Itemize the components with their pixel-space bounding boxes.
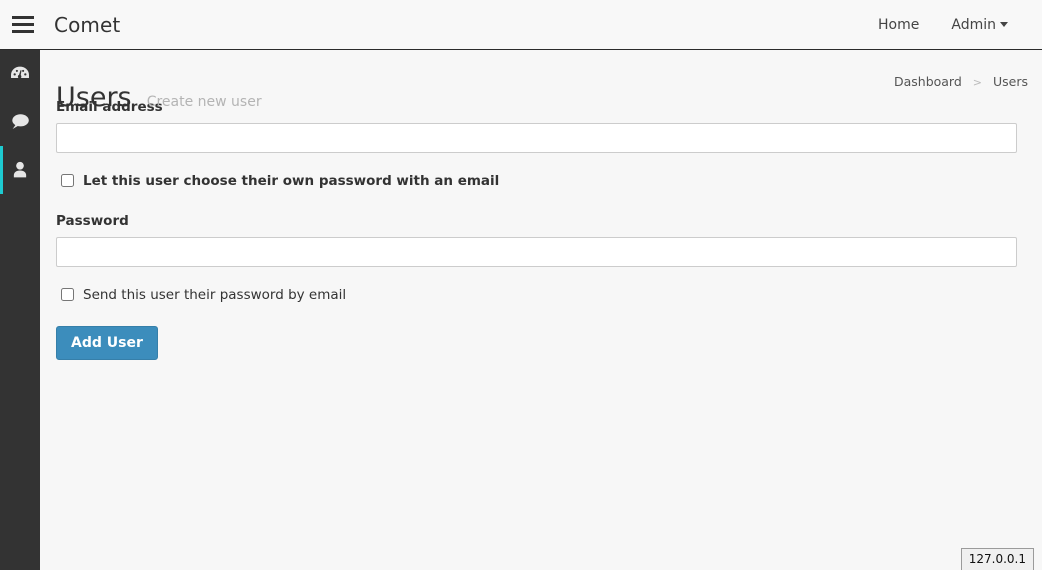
choose-password-checkbox-row[interactable]: Let this user choose their own password … [56, 172, 1017, 190]
send-password-label[interactable]: Send this user their password by email [74, 286, 346, 304]
page-title: Users [56, 82, 132, 114]
page-header: Users Create new user Dashboard > Users [40, 50, 1042, 113]
nav-link-admin-label: Admin [951, 16, 996, 33]
hamburger-bar [12, 30, 34, 33]
speech-bubble-icon [9, 111, 31, 133]
add-user-button[interactable]: Add User [56, 326, 158, 360]
sidebar [0, 50, 40, 570]
choose-password-label[interactable]: Let this user choose their own password … [74, 172, 499, 190]
brand-title[interactable]: Comet [46, 0, 120, 50]
sidebar-item-comments[interactable] [0, 98, 40, 146]
breadcrumb-separator: > [972, 76, 982, 89]
nav-link-admin[interactable]: Admin [935, 0, 1024, 50]
user-icon [9, 159, 31, 181]
status-bar-url: 127.0.0.1 [960, 548, 1034, 570]
create-user-form: Email address Let this user choose their… [40, 98, 1042, 360]
sidebar-item-dashboard[interactable] [0, 50, 40, 98]
breadcrumb: Dashboard > Users [894, 74, 1028, 89]
send-password-checkbox[interactable] [61, 288, 74, 301]
breadcrumb-item-dashboard[interactable]: Dashboard [894, 74, 962, 89]
choose-password-checkbox[interactable] [61, 174, 74, 187]
sidebar-item-users[interactable] [0, 146, 40, 194]
password-form-group: Password [56, 212, 1017, 267]
chevron-down-icon [1000, 22, 1008, 27]
top-navbar: Comet Home Admin [0, 0, 1042, 50]
email-field[interactable] [56, 123, 1017, 153]
hamburger-bar [12, 16, 34, 19]
breadcrumb-item-users: Users [992, 74, 1028, 89]
nav-link-home[interactable]: Home [862, 0, 935, 50]
navbar-right-menu: Home Admin [862, 0, 1042, 50]
app-window: Comet Home Admin Users Create new user D… [0, 0, 1042, 570]
password-label: Password [56, 213, 129, 229]
main-content: Users Create new user Dashboard > Users … [40, 50, 1042, 570]
password-field[interactable] [56, 237, 1017, 267]
page-subtitle: Create new user [146, 94, 262, 111]
gauge-icon [9, 63, 31, 85]
hamburger-icon[interactable] [0, 0, 46, 49]
hamburger-bar [12, 23, 34, 26]
send-password-checkbox-row[interactable]: Send this user their password by email [56, 286, 1017, 304]
